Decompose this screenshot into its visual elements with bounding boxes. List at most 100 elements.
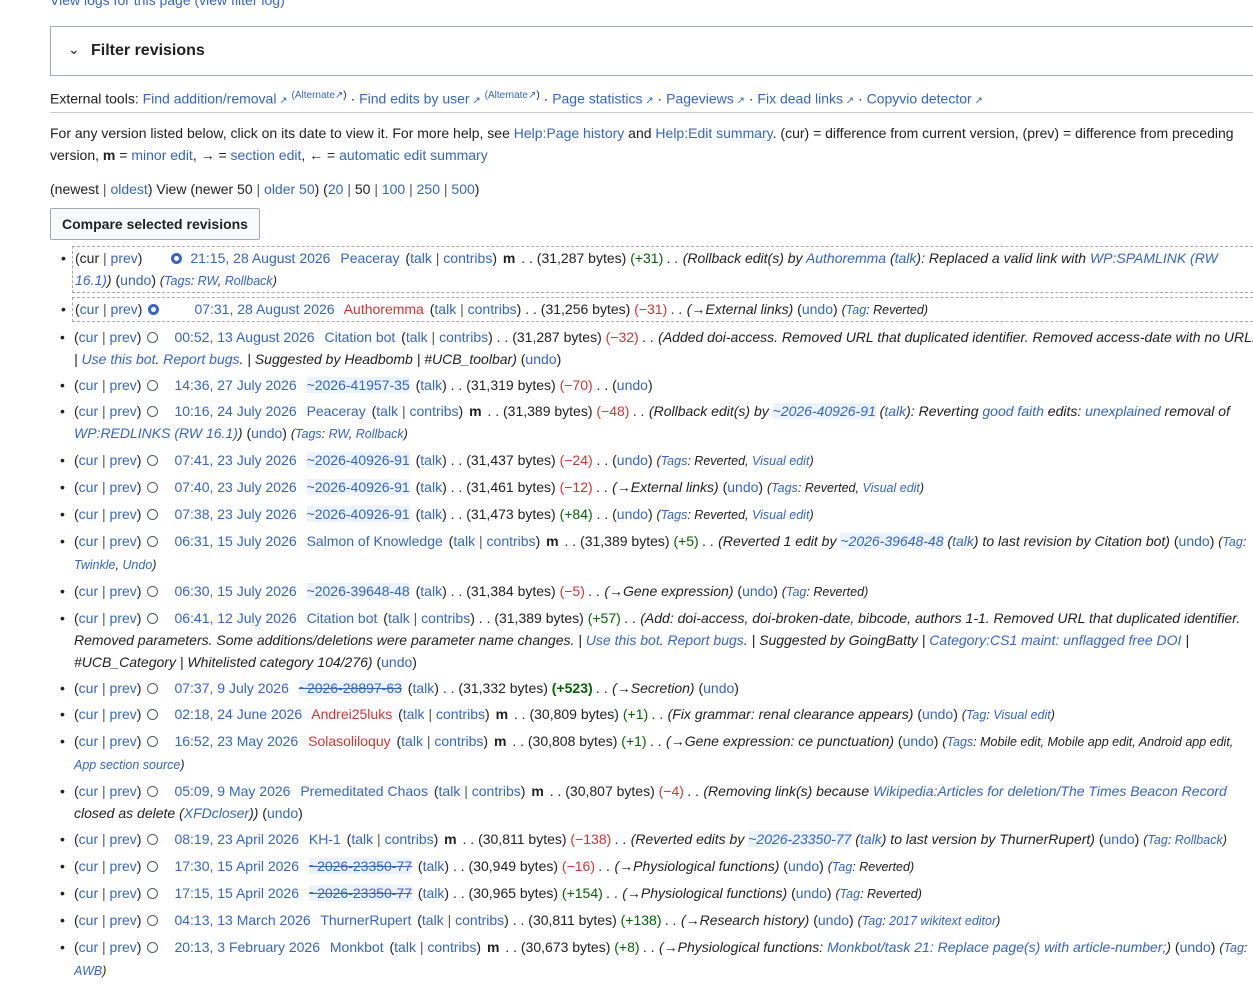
contribs-link[interactable]: contribs [436,706,485,722]
contribs-link[interactable]: contribs [421,610,470,626]
cur-link[interactable]: cur [79,377,98,393]
summary-link[interactable]: Use this bot [586,632,660,648]
revision-date-link[interactable]: 00:52, 13 August 2026 [174,329,314,345]
talk-link[interactable]: talk [406,329,428,345]
undo-link[interactable]: undo [120,272,151,288]
tags-label-link[interactable]: Tag [862,914,882,928]
undo-link[interactable]: undo [727,479,758,495]
summary-talk-link[interactable]: talk [884,403,906,419]
automatic-edit-summary-link[interactable]: automatic edit summary [339,147,488,163]
talk-link[interactable]: talk [453,533,475,549]
user-link[interactable]: ~2026-23350-77 [308,858,413,874]
talk-link[interactable]: talk [420,479,442,495]
undo-link[interactable]: undo [525,351,556,367]
revision-date-link[interactable]: 17:30, 15 April 2026 [174,858,299,874]
tag-link[interactable]: Rollback [1175,833,1223,847]
tags-label-link[interactable]: Tag [832,860,852,874]
revision-date-link[interactable]: 16:52, 23 May 2026 [174,733,298,749]
radio-old[interactable] [147,455,159,466]
tag-link[interactable]: Undo [122,558,152,572]
user-link[interactable]: Peaceray [340,250,399,266]
cur-link[interactable]: cur [79,452,98,468]
contribs-link[interactable]: contribs [427,939,476,955]
user-link[interactable]: ThurnerRupert [320,912,411,928]
tag-link[interactable]: RW [198,274,218,288]
undo-link[interactable]: undo [796,885,827,901]
revision-date-link[interactable]: 06:41, 12 July 2026 [174,610,296,626]
alternate-link-1[interactable]: (Alternate [292,90,335,101]
contribs-link[interactable]: contribs [487,533,536,549]
radio-old-selected[interactable] [171,253,183,264]
cur-link[interactable]: cur [79,583,98,599]
tag-link[interactable]: Visual edit [752,454,809,468]
revision-date-link[interactable]: 07:41, 23 July 2026 [174,452,296,468]
contribs-link[interactable]: contribs [385,831,434,847]
undo-link[interactable]: undo [1179,533,1210,549]
user-link[interactable]: ~2026-28897-63 [298,680,402,696]
contribs-link[interactable]: contribs [455,912,504,928]
contribs-link[interactable]: contribs [410,403,459,419]
cur-link[interactable]: cur [79,706,98,722]
cur-link[interactable]: cur [79,506,98,522]
contribs-link[interactable]: contribs [468,301,517,317]
prev-link[interactable]: prev [111,301,138,317]
revision-date-link[interactable]: 20:13, 3 February 2026 [174,939,320,955]
cur-link[interactable]: cur [79,479,98,495]
talk-link[interactable]: talk [423,858,445,874]
radio-old[interactable] [147,332,159,343]
talk-link[interactable]: talk [420,583,442,599]
undo-link[interactable]: undo [251,425,282,441]
talk-link[interactable]: talk [422,912,444,928]
undo-link[interactable]: undo [381,654,412,670]
undo-link[interactable]: undo [818,912,849,928]
compare-selected-revisions-button[interactable]: Compare selected revisions [50,208,260,240]
summary-link[interactable]: good faith [982,403,1044,419]
cur-link[interactable]: cur [79,403,98,419]
prev-link[interactable]: prev [110,610,137,626]
undo-link[interactable]: undo [903,733,934,749]
tags-label-link[interactable]: Tags [947,735,974,749]
radio-old[interactable] [147,613,159,624]
undo-link[interactable]: undo [617,506,648,522]
page-statistics-link[interactable]: Page statistics [552,91,642,107]
talk-link[interactable]: talk [388,610,410,626]
user-link[interactable]: Andrei25luks [311,706,392,722]
limit-250-link[interactable]: 250 [417,181,440,197]
prev-link[interactable]: prev [110,506,137,522]
filter-revisions-title[interactable]: Filter revisions [91,42,205,60]
prev-link[interactable]: prev [110,831,137,847]
user-link[interactable]: Citation bot [324,329,395,345]
revision-date-link[interactable]: 07:31, 28 August 2026 [194,301,334,317]
tag-link[interactable]: Visual edit [993,708,1050,722]
radio-old[interactable] [147,942,159,953]
talk-link[interactable]: talk [401,733,423,749]
undo-link[interactable]: undo [617,377,648,393]
talk-link[interactable]: talk [394,939,416,955]
revision-date-link[interactable]: 07:37, 9 July 2026 [174,680,288,696]
prev-link[interactable]: prev [110,939,137,955]
user-link[interactable]: Premeditated Chaos [300,783,428,799]
summary-link[interactable]: Report bugs [668,632,744,648]
summary-link[interactable]: Report bugs [163,351,239,367]
talk-link[interactable]: talk [403,706,425,722]
tags-label-link[interactable]: Tags [661,508,688,522]
user-link[interactable]: Citation bot [307,610,378,626]
radio-old[interactable] [147,709,159,720]
filter-revisions-panel[interactable]: ⌄ Filter revisions [50,26,1253,76]
contribs-link[interactable]: contribs [439,329,488,345]
revision-date-link[interactable]: 02:18, 24 June 2026 [174,706,302,722]
cur-link[interactable]: cur [79,912,98,928]
user-link[interactable]: Monkbot [330,939,384,955]
talk-link[interactable]: talk [420,506,442,522]
view-logs-link[interactable]: View logs for this page (view filter log… [50,0,285,8]
summary-link[interactable]: ~2026-23350-77 [748,831,852,847]
radio-old[interactable] [147,536,159,547]
prev-link[interactable]: prev [110,680,137,696]
user-link[interactable]: ~2026-40926-91 [306,452,410,468]
help-page-history-link[interactable]: Help:Page history [514,125,625,141]
prev-link[interactable]: prev [110,858,137,874]
tags-label-link[interactable]: Tag [1147,833,1167,847]
cur-link[interactable]: cur [79,533,98,549]
cur-link[interactable]: cur [80,301,99,317]
summary-link[interactable]: Authoremma [806,250,886,266]
